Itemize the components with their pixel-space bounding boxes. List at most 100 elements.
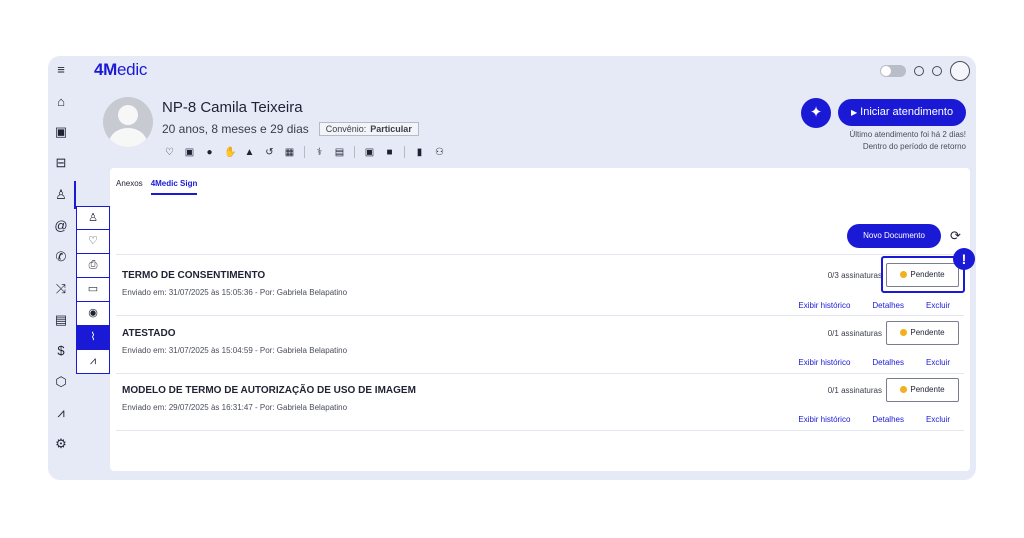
pills-icon[interactable]: ●: [204, 147, 215, 158]
divider: [116, 254, 964, 255]
clipboard-icon[interactable]: ▤: [53, 312, 69, 328]
attachment-icon[interactable]: ⌇: [76, 326, 110, 350]
home-icon[interactable]: ⌂: [53, 94, 69, 110]
signature-count: 0/1 assinaturas: [827, 329, 882, 338]
gear-icon[interactable]: ⚙: [53, 436, 69, 452]
logo-rest: edic: [117, 60, 148, 79]
patient-info: 20 anos, 8 meses e 29 dias Convênio: Part…: [162, 122, 419, 136]
convenio-badge: Convênio: Particular: [318, 122, 419, 136]
patient-toolbar: ♡ ▣ ● ✋ ▲ ↺ ▦ ⚕ ▤ ▣ ■ ▮ ⚇: [164, 146, 445, 158]
status-label: Pendente: [910, 385, 945, 394]
history-icon[interactable]: ↺: [264, 147, 275, 158]
separator: [304, 146, 305, 158]
convenio-value: Particular: [370, 124, 412, 134]
pending-dot: [900, 329, 908, 336]
document-actions: Exibir histórico Detalhes Excluir: [798, 358, 950, 367]
ai-assistant-button[interactable]: ✦: [801, 98, 831, 128]
status-label: Pendente: [910, 328, 945, 337]
at-icon[interactable]: @: [53, 218, 69, 234]
shuffle-icon[interactable]: ⤨: [53, 281, 69, 297]
document-sent-info: Enviado em: 31/07/2025 às 15:05:36 - Por…: [122, 288, 348, 297]
menu-icon[interactable]: ≡: [53, 62, 69, 78]
calendar-icon[interactable]: ▣: [53, 124, 69, 140]
active-indicator: [74, 181, 76, 209]
top-toolbar: [880, 60, 970, 82]
user-icon[interactable]: ♙: [53, 187, 69, 203]
book-icon[interactable]: ▮: [414, 147, 425, 158]
folder-icon[interactable]: ▭: [76, 278, 110, 302]
divider: [116, 373, 964, 374]
delete-link[interactable]: Excluir: [926, 358, 950, 367]
tab-anexos[interactable]: Anexos: [116, 179, 143, 195]
heart-pulse-icon[interactable]: ♡: [76, 230, 110, 254]
sofa-icon[interactable]: ⊟: [53, 155, 69, 171]
status-button[interactable]: Pendente: [886, 378, 959, 402]
patient-name: NP-8 Camila Teixeira: [162, 99, 303, 116]
robot-icon[interactable]: ⚇: [434, 147, 445, 158]
camera-icon[interactable]: ◉: [76, 302, 110, 326]
user-avatar[interactable]: [950, 61, 970, 81]
list-icon[interactable]: ▤: [334, 147, 345, 158]
chat-icon[interactable]: [914, 66, 924, 76]
panel-tabs: Anexos 4Medic Sign: [116, 179, 198, 195]
signature-count: 0/1 assinaturas: [827, 386, 882, 395]
delete-link[interactable]: Excluir: [926, 415, 950, 424]
pending-dot: [900, 386, 908, 393]
patient-age: 20 anos, 8 meses e 29 dias: [162, 122, 309, 136]
video-icon[interactable]: ■: [384, 147, 395, 158]
clipboard-icon[interactable]: ▣: [184, 147, 195, 158]
divider: [116, 315, 964, 316]
start-appointment-label: Iniciar atendimento: [860, 106, 954, 118]
stethoscope-icon[interactable]: ⚕: [314, 147, 325, 158]
separator: [404, 146, 405, 158]
last-visit-text: Último atendimento foi há 2 dias!: [849, 130, 966, 139]
growth-chart-icon[interactable]: ⩘: [76, 350, 110, 374]
document-title: TERMO DE CONSENTIMENTO: [122, 270, 266, 281]
show-history-link[interactable]: Exibir histórico: [798, 415, 850, 424]
tab-4medic-sign[interactable]: 4Medic Sign: [150, 179, 198, 195]
status-button[interactable]: Pendente: [886, 321, 959, 345]
document-title: ATESTADO: [122, 328, 176, 339]
chart-icon[interactable]: ⩘: [53, 405, 69, 421]
patient-subnav: ♙ ♡ ⎙ ▭ ◉ ⌇ ⩘: [76, 206, 110, 374]
signature-count: 0/3 assinaturas: [827, 271, 882, 280]
convenio-label: Convênio:: [325, 124, 367, 134]
refresh-icon[interactable]: ⟳: [950, 228, 961, 244]
app-logo[interactable]: 4Medic: [94, 60, 147, 80]
heart-rate-icon[interactable]: ♡: [164, 147, 175, 158]
document-sent-info: Enviado em: 29/07/2025 às 16:31:47 - Por…: [122, 403, 348, 412]
document-actions: Exibir histórico Detalhes Excluir: [798, 415, 950, 424]
play-icon: ▶: [851, 108, 858, 117]
help-icon[interactable]: [932, 66, 942, 76]
theme-toggle[interactable]: [880, 65, 906, 77]
details-link[interactable]: Detalhes: [872, 301, 904, 310]
details-link[interactable]: Detalhes: [872, 415, 904, 424]
patient-avatar: [103, 97, 153, 147]
printer-icon[interactable]: ⎙: [76, 254, 110, 278]
calendar-check-icon[interactable]: ▣: [364, 147, 375, 158]
document-actions: Exibir histórico Detalhes Excluir: [798, 301, 950, 310]
return-period-text: Dentro do período de retorno: [862, 142, 966, 151]
cube-icon[interactable]: ⬡: [53, 374, 69, 390]
warning-icon[interactable]: ▲: [244, 147, 255, 158]
app-window: ≡ ⌂ ▣ ⊟ ♙ @ ✆ ⤨ ▤ $ ⬡ ⩘ ⚙ 4Medic NP-8 Ca…: [48, 56, 976, 480]
new-document-button[interactable]: Novo Documento: [847, 224, 941, 248]
phone-icon[interactable]: ✆: [53, 249, 69, 265]
table-icon[interactable]: ▦: [284, 147, 295, 158]
main-sidebar: ≡ ⌂ ▣ ⊟ ♙ @ ✆ ⤨ ▤ $ ⬡ ⩘ ⚙: [48, 56, 76, 480]
divider: [116, 430, 964, 431]
separator: [354, 146, 355, 158]
show-history-link[interactable]: Exibir histórico: [798, 358, 850, 367]
show-history-link[interactable]: Exibir histórico: [798, 301, 850, 310]
document-title: MODELO DE TERMO DE AUTORIZAÇÃO DE USO DE…: [122, 385, 416, 396]
person-icon[interactable]: ♙: [76, 206, 110, 230]
logo-bold: 4M: [94, 60, 118, 79]
start-appointment-button[interactable]: ▶ Iniciar atendimento: [838, 99, 966, 126]
documents-panel: Anexos 4Medic Sign Novo Documento ⟳ TERM…: [110, 168, 975, 471]
dollar-icon[interactable]: $: [53, 343, 69, 359]
delete-link[interactable]: Excluir: [926, 301, 950, 310]
alert-icon: !: [953, 248, 975, 270]
hand-icon[interactable]: ✋: [224, 147, 236, 158]
details-link[interactable]: Detalhes: [872, 358, 904, 367]
document-sent-info: Enviado em: 31/07/2025 às 15:04:59 - Por…: [122, 346, 348, 355]
